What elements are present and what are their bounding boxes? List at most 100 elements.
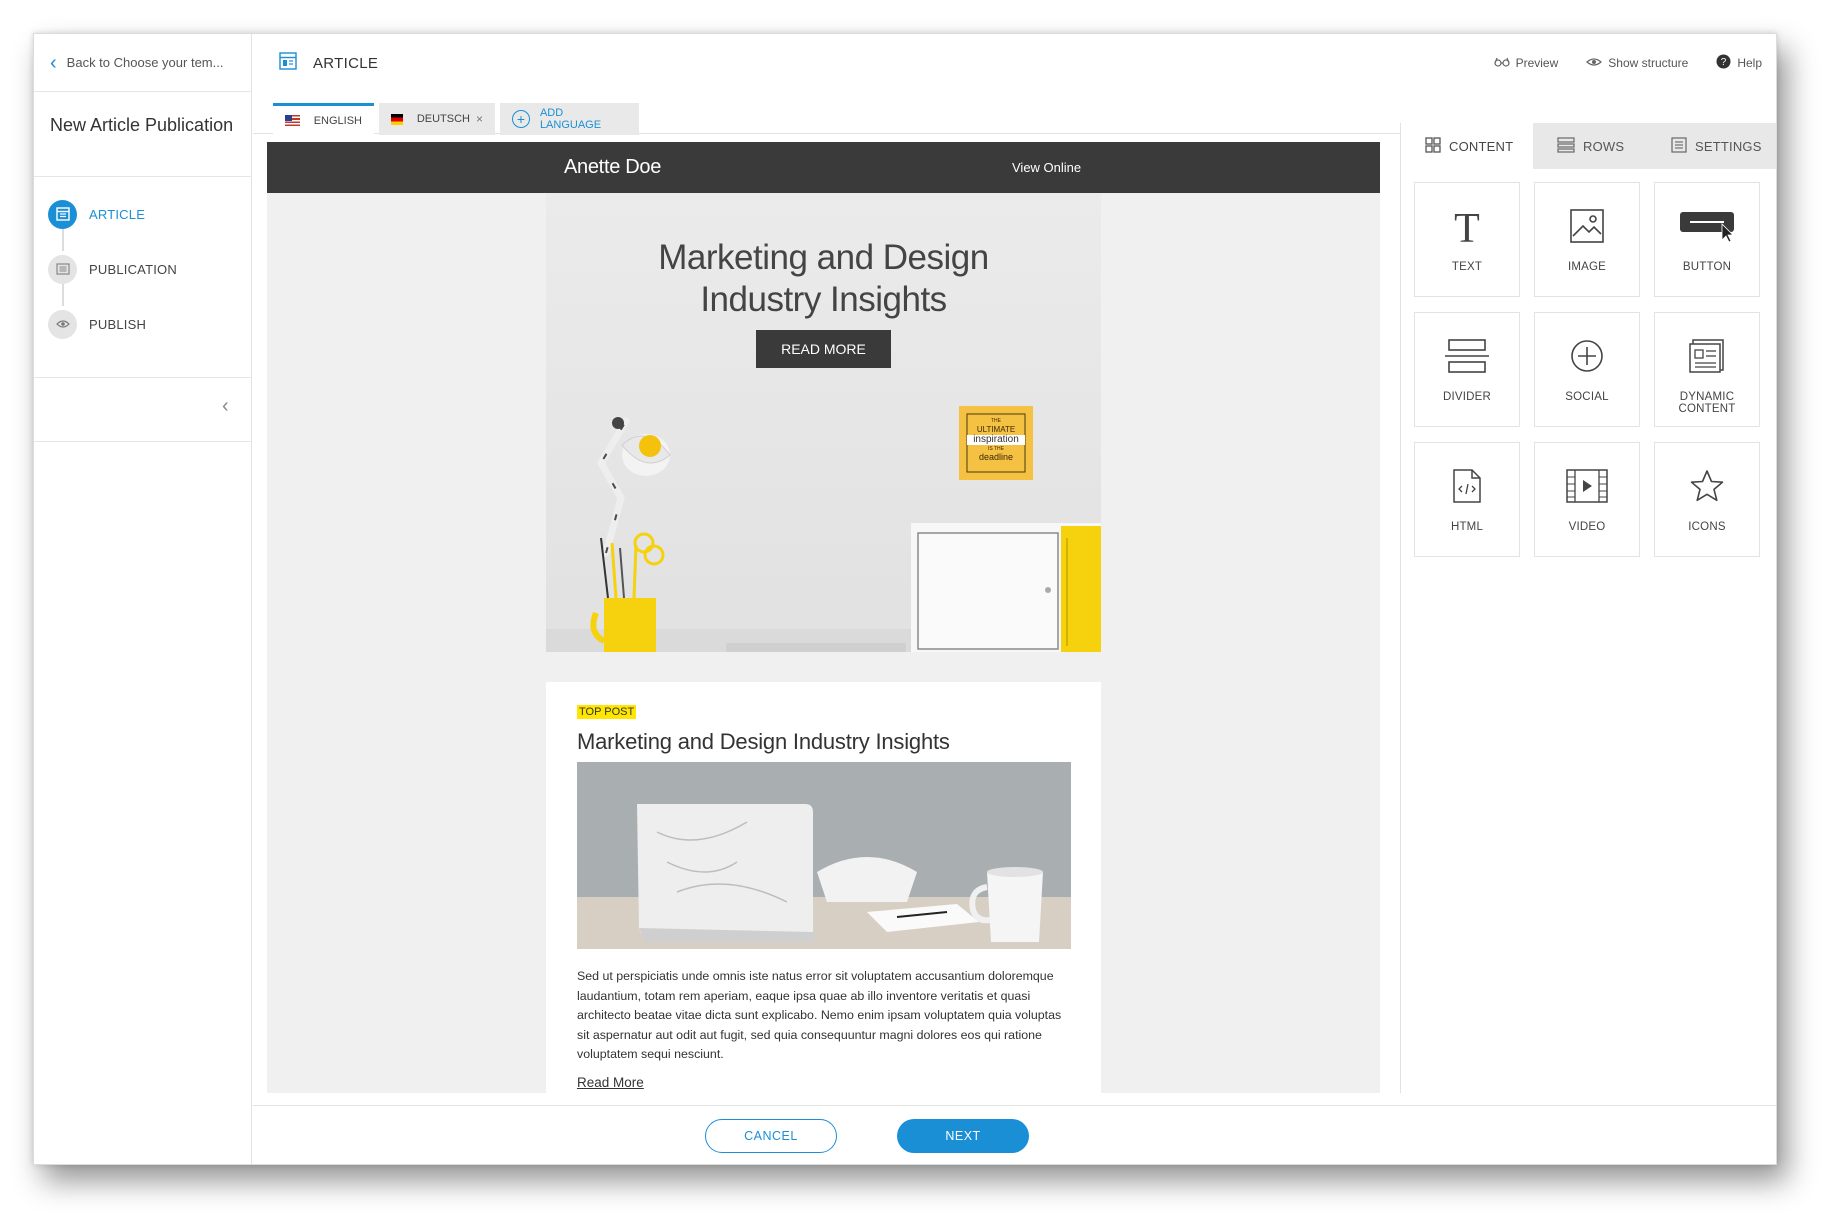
block-text[interactable]: T TEXT [1414,182,1520,297]
article-icon [279,52,297,75]
block-social[interactable]: SOCIAL [1534,312,1640,427]
sender-name: Anette Doe [564,156,662,178]
divider [34,441,252,442]
next-button[interactable]: NEXT [897,1119,1029,1153]
sticky-note-text: THE [991,418,1001,424]
wizard-steps: ARTICLE PUBLICATION PUBLISH [34,178,252,358]
block-icons[interactable]: ICONS [1654,442,1760,557]
sticky-note-text: deadline [978,452,1014,462]
block-label: DIVIDER [1442,391,1492,403]
tab-label: ENGLISH [313,114,362,127]
collapse-sidebar-icon[interactable]: ‹ [222,395,229,418]
email-editor-canvas[interactable]: Anette Doe View Online Marketing and Des… [267,142,1380,1093]
button-icon [1678,201,1736,251]
dynamic-content-icon [1689,331,1725,381]
post-title: Marketing and Design Industry Insights [577,729,950,754]
tab-rows[interactable]: ROWS [1533,123,1645,169]
hero-title-line: Marketing and Design [658,238,989,277]
footer-bar: CANCEL NEXT [253,1105,1776,1164]
sticky-note-text: inspiration [967,435,1025,445]
divider-icon [1445,331,1489,381]
divider [34,377,252,378]
step-label: PUBLISH [89,316,147,332]
back-link-label: Back to Choose your tem... [66,55,224,70]
block-label: TEXT [1451,261,1483,273]
tab-label: DEUTSCH [416,113,470,125]
sticky-note-text: ULTIMATE [976,425,1016,434]
block-label: VIDEO [1568,521,1606,533]
help-label: Help [1737,56,1762,70]
block-label: ICONS [1688,521,1726,533]
hero-title: Marketing and Design Industry Insights [546,237,1101,321]
preview-icon [1493,56,1510,71]
chevron-left-icon: ‹ [50,51,57,74]
eye-icon [48,309,77,339]
add-language-button[interactable]: + ADD LANGUAGE [500,103,639,135]
step-article[interactable]: ARTICLE [48,199,145,229]
view-online-link[interactable]: View Online [1012,160,1081,175]
add-language-label: ADD LANGUAGE [539,107,602,131]
step-connector [62,282,64,306]
block-image[interactable]: IMAGE [1534,182,1640,297]
close-icon[interactable]: × [476,112,483,126]
tab-label: SETTINGS [1695,138,1762,154]
publication-icon [48,254,77,284]
step-publish[interactable]: PUBLISH [48,309,146,339]
html-icon [1452,461,1482,511]
article-icon [48,199,77,229]
tab-label: ROWS [1583,138,1625,154]
left-sidebar: ‹ Back to Choose your tem... New Article… [34,34,252,1164]
block-label: BUTTON [1682,261,1732,273]
post-image [577,762,1071,949]
step-label: PUBLICATION [89,261,177,277]
svg-text:?: ? [1721,57,1727,68]
cancel-button[interactable]: CANCEL [705,1119,837,1153]
block-label: IMAGE [1567,261,1607,273]
us-flag-icon [285,115,300,126]
eye-icon [1586,56,1603,70]
block-label: DYNAMIC CONTENT [1678,391,1736,415]
read-more-link[interactable]: Read More [577,1075,644,1090]
page-title-text: ARTICLE [313,55,379,72]
social-icon [1569,331,1605,381]
post-body-text: Sed ut perspiciatis unde omnis iste natu… [577,969,1062,1061]
show-structure-label: Show structure [1608,56,1689,70]
read-more-button[interactable]: READ MORE [756,330,891,368]
settings-icon [1671,136,1687,156]
hero-block[interactable]: Marketing and Design Industry Insights R… [546,193,1101,652]
block-dynamic-content[interactable]: DYNAMIC CONTENT [1654,312,1760,427]
step-connector [62,227,64,251]
help-icon: ? [1716,54,1731,72]
tab-deutsch[interactable]: DEUTSCH × [379,103,495,135]
tab-content[interactable]: CONTENT [1401,123,1533,169]
preview-button[interactable]: Preview [1493,56,1558,71]
email-header-row[interactable]: Anette Doe View Online [267,142,1380,193]
block-html[interactable]: HTML [1414,442,1520,557]
svg-text:T: T [1454,206,1480,246]
de-flag-icon [391,113,403,125]
block-label: SOCIAL [1565,391,1609,403]
show-structure-button[interactable]: Show structure [1586,56,1688,70]
top-actions: Preview Show structure ? Help [1493,54,1762,72]
tab-english[interactable]: ENGLISH [273,103,374,135]
top-post-badge: TOP POST [577,705,637,719]
app-window: ‹ Back to Choose your tem... New Article… [33,33,1777,1165]
block-button[interactable]: BUTTON [1654,182,1760,297]
panel-tabs: CONTENT ROWS SETTINGS [1401,123,1776,169]
plus-circle-icon: + [512,110,530,128]
help-button[interactable]: ? Help [1716,54,1762,72]
tab-label: CONTENT [1449,138,1514,154]
back-to-templates-link[interactable]: ‹ Back to Choose your tem... [34,34,252,92]
step-publication[interactable]: PUBLICATION [48,254,177,284]
block-video[interactable]: VIDEO [1534,442,1640,557]
tab-settings[interactable]: SETTINGS [1645,123,1776,169]
video-icon [1566,461,1608,511]
post-card[interactable]: TOP POST Marketing and Design Industry I… [546,682,1101,1093]
right-panel: CONTENT ROWS SETTINGS T TEXT IMAGE BUTTO… [1400,123,1776,1093]
block-divider[interactable]: DIVIDER [1414,312,1520,427]
top-bar: ARTICLE Preview Show structure ? Help [253,34,1776,92]
divider [34,176,252,177]
publication-title: New Article Publication [50,115,234,135]
hero-title-line: Industry Insights [700,280,947,319]
star-icon [1690,461,1724,511]
